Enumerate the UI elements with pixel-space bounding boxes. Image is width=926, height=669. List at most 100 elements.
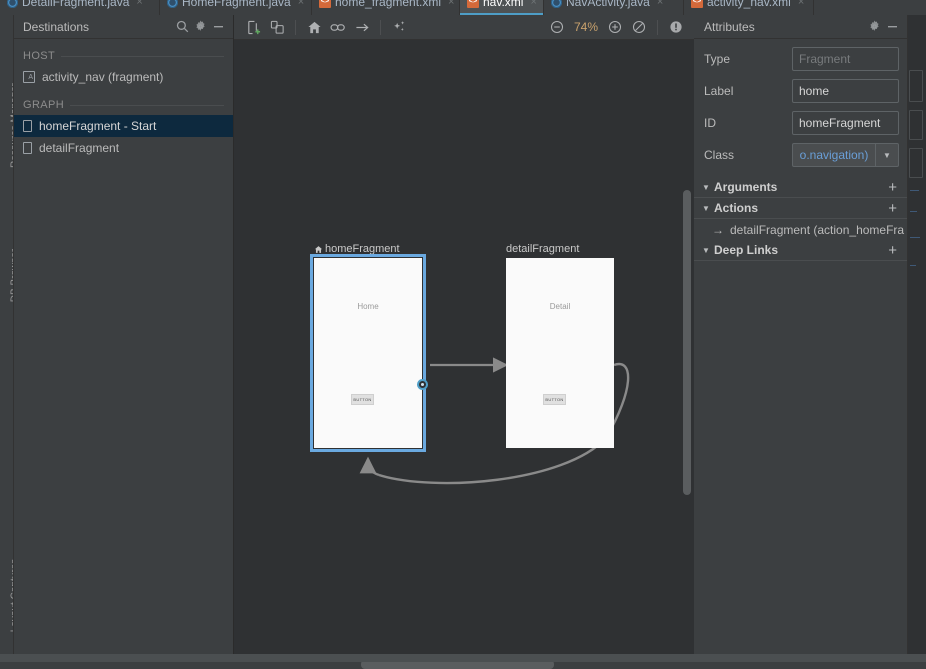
destinations-header: Destinations xyxy=(14,15,233,39)
destination-preview-home[interactable]: Home BUTTON xyxy=(310,254,426,452)
add-action-button[interactable]: + xyxy=(888,201,899,216)
editor-tab-navactivity-java[interactable]: NavActivity.java × xyxy=(544,0,684,15)
close-icon[interactable]: × xyxy=(298,0,304,8)
fragment-icon xyxy=(23,120,32,132)
issues-icon[interactable] xyxy=(665,17,687,37)
editor-tab-strip[interactable]: DetailFragment.java × HomeFragment.java × <>… xyxy=(0,0,926,15)
java-class-icon xyxy=(551,0,562,8)
minimize-icon[interactable] xyxy=(209,18,227,36)
xml-file-icon: <> xyxy=(467,0,479,8)
minimap-line xyxy=(910,265,916,266)
attribute-row-id: ID homeFragment xyxy=(694,111,907,135)
add-argument-button[interactable]: + xyxy=(888,180,899,195)
add-deep-link-button[interactable]: + xyxy=(888,243,899,258)
attribute-group-arguments[interactable]: ▼ Arguments + xyxy=(694,177,907,198)
destination-item-detailfragment[interactable]: detailFragment xyxy=(14,137,233,159)
section-header-graph: GRAPH xyxy=(14,99,233,111)
minimap-line xyxy=(910,237,920,238)
action-list-item-label: detailFragment (action_homeFra xyxy=(730,222,905,237)
destination-node-label: homeFragment xyxy=(325,243,400,255)
chevron-down-icon[interactable]: ▼ xyxy=(875,144,898,166)
java-class-icon xyxy=(7,0,18,8)
canvas-vertical-scrollbar[interactable] xyxy=(683,190,691,495)
editor-tab-label: HomeFragment.java xyxy=(182,0,291,9)
zoom-out-button[interactable] xyxy=(546,17,568,37)
set-start-destination-button[interactable] xyxy=(303,17,325,37)
add-deep-link-button[interactable] xyxy=(351,17,373,37)
arrow-right-icon: → xyxy=(712,222,724,237)
destination-node-label-row: homeFragment xyxy=(314,243,422,255)
editor-tab-label: activity_nav.xml xyxy=(707,0,791,9)
destination-node-label: detailFragment xyxy=(506,243,580,255)
close-icon[interactable]: × xyxy=(136,0,142,8)
editor-tab-nav-xml[interactable]: <> nav.xml × xyxy=(460,0,544,15)
section-label-host: HOST xyxy=(23,50,56,62)
destination-item-homefragment[interactable]: homeFragment - Start xyxy=(14,115,233,137)
section-header-host: HOST xyxy=(14,50,233,62)
zoom-level-label: 74% xyxy=(573,20,598,34)
minimize-icon[interactable] xyxy=(883,18,901,36)
minimap-block xyxy=(909,110,923,140)
preview-text-detail: Detail xyxy=(549,302,571,311)
search-icon[interactable] xyxy=(173,18,191,36)
new-destination-button[interactable] xyxy=(242,17,264,37)
attribute-value-id[interactable]: homeFragment xyxy=(792,111,899,135)
attribute-value-label[interactable]: home xyxy=(792,79,899,103)
preview-button-home: BUTTON xyxy=(351,394,374,405)
action-anchor-handle[interactable] xyxy=(417,379,428,390)
fragment-icon xyxy=(23,142,32,154)
editor-tab-homefragment-java[interactable]: HomeFragment.java × xyxy=(160,0,312,15)
destination-node-homefragment[interactable]: homeFragment Home BUTTON xyxy=(310,243,428,452)
add-action-button[interactable] xyxy=(327,17,349,37)
attribute-row-type: Type Fragment xyxy=(694,47,907,71)
attributes-title: Attributes xyxy=(704,19,755,34)
editor-tab-home-fragment-xml[interactable]: <> home_fragment.xml × xyxy=(312,0,460,15)
gear-icon[interactable] xyxy=(191,18,209,36)
attribute-group-label: Actions xyxy=(714,201,759,215)
auto-arrange-button[interactable] xyxy=(388,17,410,37)
toolbar-separator xyxy=(295,19,296,35)
attribute-group-label: Arguments xyxy=(714,180,778,194)
attribute-class-dropdown[interactable]: o.navigation) ▼ xyxy=(792,143,899,167)
chevron-down-icon[interactable]: ▼ xyxy=(702,183,714,192)
minimap-block xyxy=(909,148,923,178)
xml-file-icon: <> xyxy=(691,0,703,8)
host-layout-icon: A xyxy=(23,71,35,83)
zoom-in-button[interactable] xyxy=(604,17,626,37)
close-icon[interactable]: × xyxy=(798,0,804,8)
minimap-line xyxy=(910,211,917,212)
destination-node-detailfragment[interactable]: detailFragment Detail BUTTON xyxy=(506,243,614,448)
close-icon[interactable]: × xyxy=(657,0,663,8)
chevron-down-icon[interactable]: ▼ xyxy=(702,246,714,255)
close-icon[interactable]: × xyxy=(530,0,536,8)
chevron-down-icon[interactable]: ▼ xyxy=(702,204,714,213)
toolbar-separator xyxy=(657,19,658,35)
attribute-class-value: o.navigation) xyxy=(799,148,869,162)
code-minimap[interactable] xyxy=(908,15,926,662)
destination-item-label: detailFragment xyxy=(39,141,120,155)
attribute-row-class: Class o.navigation) ▼ xyxy=(694,143,907,167)
attribute-row-label: Label home xyxy=(694,79,907,103)
destination-item-label: homeFragment - Start xyxy=(39,119,157,133)
attribute-group-label: Deep Links xyxy=(714,243,779,257)
action-list-item[interactable]: → detailFragment (action_homeFra xyxy=(694,219,907,240)
attribute-group-deep-links[interactable]: ▼ Deep Links + xyxy=(694,240,907,261)
navigation-graph-canvas[interactable]: homeFragment Home BUTTON detailFragment … xyxy=(234,40,694,662)
gear-icon[interactable] xyxy=(865,18,883,36)
close-icon[interactable]: × xyxy=(448,0,454,8)
zoom-reset-button[interactable] xyxy=(628,17,650,37)
section-divider xyxy=(70,104,224,106)
graph-connections xyxy=(359,357,630,485)
attributes-header: Attributes xyxy=(694,15,907,39)
new-nested-graph-button[interactable] xyxy=(266,17,288,37)
editor-tab-label: NavActivity.java xyxy=(566,0,650,9)
editor-tab-activity-nav-xml[interactable]: <> activity_nav.xml × xyxy=(684,0,814,15)
java-class-icon xyxy=(167,0,178,8)
action-detail-to-home-arrowhead xyxy=(359,456,380,477)
left-tool-rail[interactable]: Resource Manager DB Browser Layout Captu… xyxy=(0,15,14,662)
editor-tab-detailfragment-java[interactable]: DetailFragment.java × xyxy=(0,0,160,15)
attribute-group-actions[interactable]: ▼ Actions + xyxy=(694,198,907,219)
attribute-label-class: Class xyxy=(704,148,735,162)
destination-preview-detail[interactable]: Detail BUTTON xyxy=(506,258,614,448)
destination-item-activity-nav[interactable]: A activity_nav (fragment) xyxy=(14,66,233,88)
